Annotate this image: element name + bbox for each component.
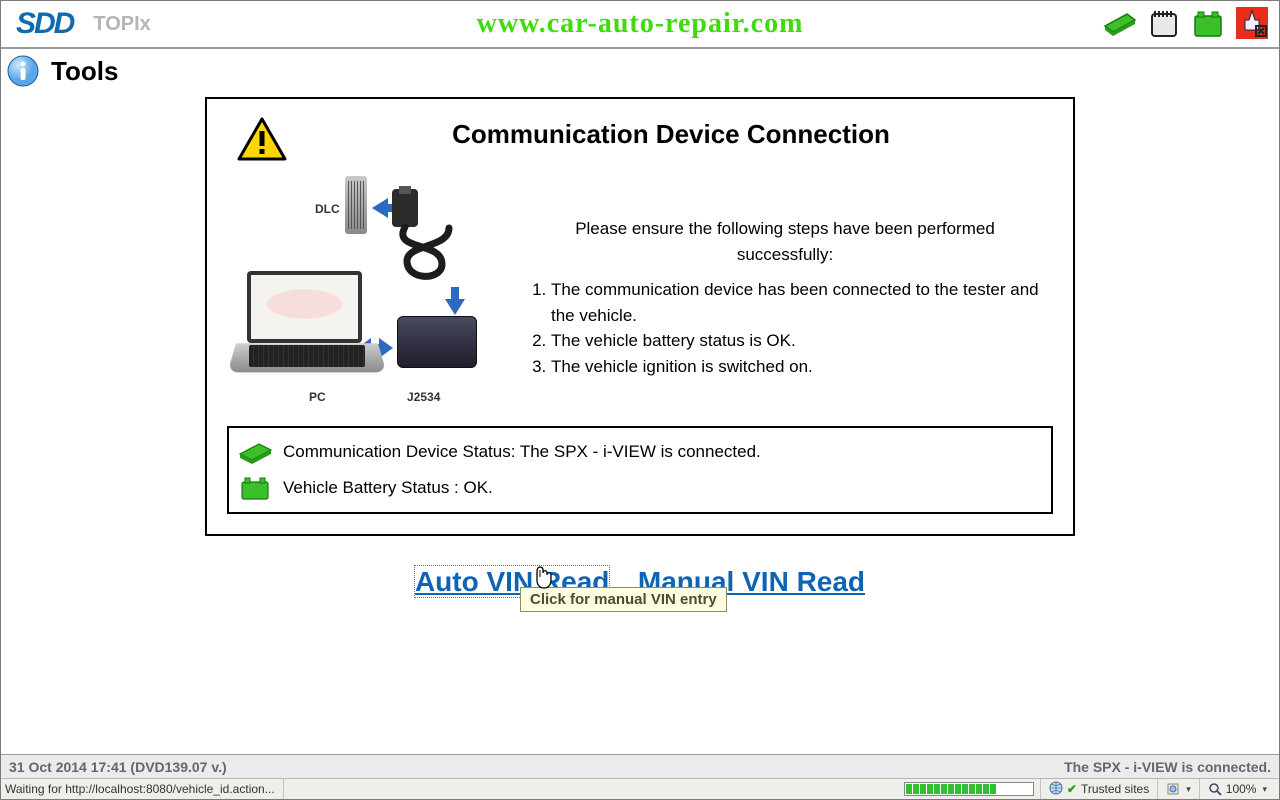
header-icons (1103, 6, 1269, 40)
step-1: The communication device has been connec… (551, 277, 1043, 328)
app-status-right: The SPX - i-VIEW is connected. (1064, 759, 1271, 775)
globe-icon (1049, 781, 1063, 798)
mouse-cursor-icon (535, 566, 553, 590)
app-status-bar: 31 Oct 2014 17:41 (DVD139.07 v.) The SPX… (1, 754, 1279, 778)
page-title: Tools (51, 56, 118, 87)
battery-ok-icon (239, 475, 271, 501)
battery-status-row: Vehicle Battery Status : OK. (239, 470, 1041, 506)
tooltip: Click for manual VIN entry (520, 587, 727, 612)
warning-icon (237, 117, 289, 166)
notes-icon[interactable] (1147, 6, 1181, 40)
panel-title: Communication Device Connection (289, 119, 1053, 166)
battery-status-text: Vehicle Battery Status : OK. (283, 478, 493, 498)
close-app-icon[interactable] (1235, 6, 1269, 40)
app-status-left: 31 Oct 2014 17:41 (DVD139.07 v.) (9, 759, 227, 775)
step-3: The vehicle ignition is switched on. (551, 354, 1043, 380)
device-status-icon[interactable] (1103, 6, 1137, 40)
device-ok-icon (239, 439, 271, 465)
connection-panel: Communication Device Connection DLC J253… (205, 97, 1075, 536)
watermark-text: www.car-auto-repair.com (477, 8, 804, 40)
internet-zone[interactable]: ✔ Trusted sites (1040, 779, 1157, 799)
protected-mode-icon[interactable]: ▾ (1157, 779, 1199, 799)
zone-text: Trusted sites (1081, 782, 1149, 796)
device-status-text: Communication Device Status: The SPX - i… (283, 442, 761, 462)
instructions: Please ensure the following steps have b… (527, 176, 1053, 411)
zoom-control[interactable]: 100% ▾ (1199, 779, 1275, 799)
device-status-row: Communication Device Status: The SPX - i… (239, 434, 1041, 470)
check-icon: ✔ (1067, 782, 1077, 796)
dlc-label: DLC (315, 202, 340, 216)
status-box: Communication Device Status: The SPX - i… (227, 426, 1053, 514)
progress-bar (904, 782, 1034, 796)
instructions-lead: Please ensure the following steps have b… (527, 216, 1043, 267)
sdd-logo: SDD (16, 7, 73, 41)
zoom-level: 100% (1226, 782, 1257, 796)
connection-diagram: DLC J2534 PC (227, 176, 512, 411)
step-2: The vehicle battery status is OK. (551, 328, 1043, 354)
topix-link[interactable]: TOPIx (93, 13, 150, 36)
pc-label: PC (309, 390, 326, 404)
app-header: SDD TOPIx www.car-auto-repair.com (1, 1, 1279, 49)
info-icon (7, 55, 39, 87)
j2534-label: J2534 (407, 390, 440, 404)
browser-status-bar: Waiting for http://localhost:8080/vehicl… (1, 778, 1279, 799)
browser-wait-text: Waiting for http://localhost:8080/vehicl… (5, 779, 284, 799)
page-subheader: Tools (1, 49, 1279, 97)
battery-status-icon[interactable] (1191, 6, 1225, 40)
